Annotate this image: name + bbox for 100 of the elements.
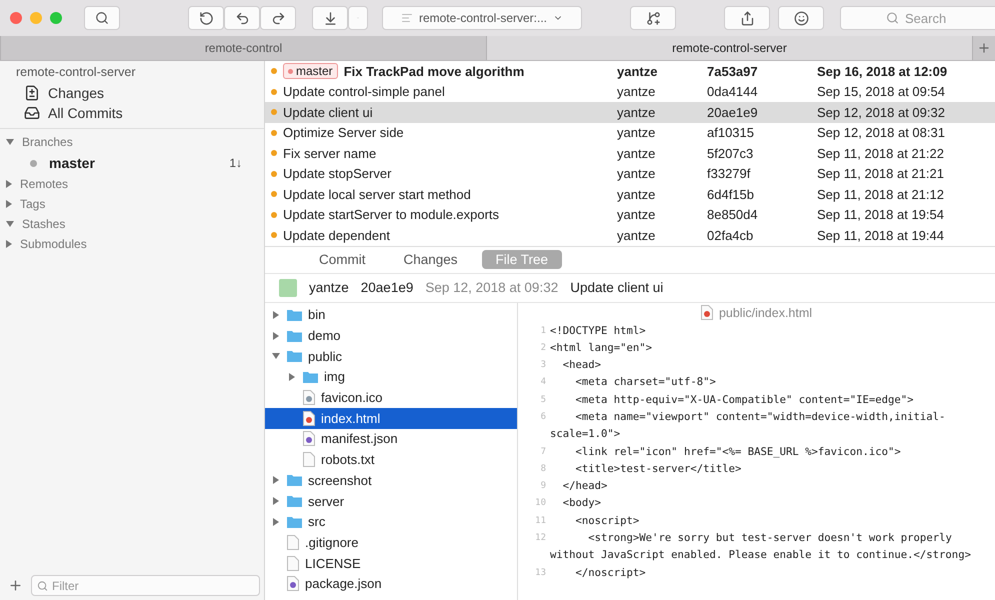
expanded-triangle-icon[interactable]	[6, 221, 14, 227]
commit-row[interactable]: Update local server start method yantze 6d4f15b Sep 11, 2018 at 21:12	[265, 184, 995, 204]
line-number: 7	[540, 446, 546, 459]
commit-message: Optimize Server side	[283, 125, 404, 140]
expanded-triangle-icon[interactable]	[6, 139, 14, 145]
filter-field[interactable]: Filter	[31, 575, 260, 596]
collapsed-triangle-icon[interactable]	[273, 497, 279, 506]
graph-node-icon	[271, 130, 277, 136]
pull-button[interactable]	[224, 6, 260, 30]
file-tree-item[interactable]: manifest.json	[265, 428, 517, 450]
repository-name: remote-control-server	[15, 64, 136, 81]
expanded-triangle-icon[interactable]	[272, 353, 280, 360]
download-icon	[322, 10, 338, 26]
search-icon	[37, 580, 48, 591]
commit-author: yantze	[617, 186, 656, 202]
graph-node-icon	[271, 88, 277, 95]
line-number: 2	[540, 342, 546, 355]
collapsed-triangle-icon[interactable]	[273, 518, 279, 526]
graph-node-icon	[271, 150, 277, 156]
detail-tab[interactable]: Changes	[390, 250, 472, 269]
file-tree-item[interactable]: robots.txt	[265, 449, 517, 470]
commit-row[interactable]: Update client ui yantze 20ae1e9 Sep 12, 2018 at 09:32	[265, 102, 995, 122]
commit-date: Sep 16, 2018 at 12:09	[817, 64, 948, 79]
commit-message: Update control-simple panel	[283, 84, 445, 100]
sidebar-section[interactable]: Stashes	[0, 214, 264, 234]
commit-row[interactable]: master Fix TrackPad move algorithm yantze 7a53a97 Sep 16, 2018 at 12:09	[265, 61, 995, 82]
file-tree-item[interactable]: .gitignore	[265, 532, 517, 553]
code-line: <meta name="viewport" content="width=device-width,initial-scale=1.0">	[550, 410, 946, 442]
code-line: <body>	[562, 496, 602, 512]
collapsed-triangle-icon[interactable]	[273, 310, 279, 319]
file-tree-item[interactable]: index.html	[265, 408, 517, 429]
file-tree-item[interactable]: bin	[265, 304, 517, 326]
branch-dot-icon	[30, 160, 37, 166]
share-button[interactable]	[724, 6, 770, 30]
file-path: public/index.html	[718, 306, 812, 320]
smiley-button[interactable]	[778, 6, 824, 30]
commit-row[interactable]: Update control-simple panel yantze 0da4144 Sep 15, 2018 at 09:54	[265, 82, 995, 102]
folder-icon	[287, 516, 302, 528]
file-tree-item[interactable]: screenshot	[265, 470, 517, 491]
commit-message: Update startServer to module.exports	[283, 207, 500, 222]
collapsed-triangle-icon[interactable]	[6, 200, 12, 208]
repository-tab[interactable]: remote-control-server	[486, 36, 972, 60]
sidebar-item[interactable]: Changes	[0, 83, 264, 103]
commit-date: Sep 11, 2018 at 21:12	[817, 186, 945, 202]
line-number: 3	[540, 359, 546, 372]
new-branch-button[interactable]	[630, 6, 676, 30]
file-tree-item[interactable]: favicon.ico	[265, 387, 517, 408]
fetch-button[interactable]	[188, 6, 224, 30]
commit-date: Sep 11, 2018 at 21:22	[817, 146, 945, 161]
collapsed-triangle-icon[interactable]	[289, 372, 295, 381]
sidebar-section[interactable]: Submodules	[0, 234, 264, 254]
sidebar-section[interactable]: Branches	[0, 132, 264, 152]
file-tree-item[interactable]: public	[265, 346, 517, 367]
commit-hash: f33279f	[707, 166, 752, 182]
file-tree-item[interactable]: src	[265, 511, 517, 532]
branch-selector[interactable]: remote-control-server:...	[382, 6, 582, 30]
branch-item[interactable]: master 1↓	[0, 152, 264, 174]
file-tree-item[interactable]: LICENSE	[265, 552, 517, 574]
share-icon	[740, 10, 754, 26]
commit-row[interactable]: Optimize Server side yantze af10315 Sep 12, 2018 at 08:31	[265, 122, 995, 143]
push-button[interactable]	[260, 6, 296, 30]
folder-icon	[303, 370, 318, 383]
sidebar-section[interactable]: Tags	[0, 194, 264, 214]
commit-row[interactable]: Fix server name yantze 5f207c3 Sep 11, 2018 at 21:22	[265, 143, 995, 164]
sidebar-item[interactable]: All Commits	[0, 103, 264, 123]
file-tree-item[interactable]: package.json	[265, 573, 517, 594]
folder-icon	[287, 350, 302, 362]
code-line: <!DOCTYPE html>	[550, 324, 647, 338]
file-tree-item[interactable]: img	[265, 366, 517, 388]
commit-row[interactable]: Update dependent yantze 02fa4cb Sep 11, 2018 at 19:44	[265, 225, 995, 246]
code-line: <link rel="icon" href="<%= BASE_URL %>favicon.ico">	[574, 444, 902, 460]
commit-row[interactable]: Update startServer to module.exports yantze 8e850d4 Sep 11, 2018 at 19:54	[265, 204, 995, 225]
line-number: 13	[534, 566, 546, 580]
html-file-icon	[303, 410, 315, 426]
graph-node-icon	[271, 232, 277, 238]
line-number: 6	[540, 410, 546, 424]
graph-node-icon	[271, 212, 277, 218]
json-file-icon	[303, 431, 315, 446]
collapsed-triangle-icon[interactable]	[273, 476, 279, 484]
lines-icon	[400, 12, 413, 24]
commit-author: yantze	[617, 146, 656, 161]
commit-row[interactable]: Update stopServer yantze f33279f Sep 11, 2018 at 21:21	[265, 164, 995, 184]
file-icon	[287, 556, 299, 571]
collapsed-triangle-icon[interactable]	[273, 332, 279, 340]
commit-hash: 6d4f15b	[707, 186, 755, 202]
file-tree-item[interactable]: demo	[265, 325, 517, 346]
detail-tab[interactable]: Commit	[305, 250, 380, 269]
collapsed-triangle-icon[interactable]	[6, 240, 12, 248]
sidebar-section[interactable]: Remotes	[0, 174, 264, 194]
file-tree-item[interactable]: server	[265, 490, 517, 512]
stash-button[interactable]	[312, 6, 348, 30]
search-field[interactable]: Search	[840, 6, 995, 30]
add-icon[interactable]	[8, 578, 23, 593]
search-button[interactable]	[84, 6, 120, 30]
collapsed-triangle-icon[interactable]	[6, 180, 12, 188]
file-icon	[303, 452, 315, 468]
document-icon	[24, 85, 40, 101]
curved-right-arrow-icon	[270, 10, 286, 26]
close-button[interactable]	[10, 12, 22, 24]
search-icon	[886, 12, 899, 24]
